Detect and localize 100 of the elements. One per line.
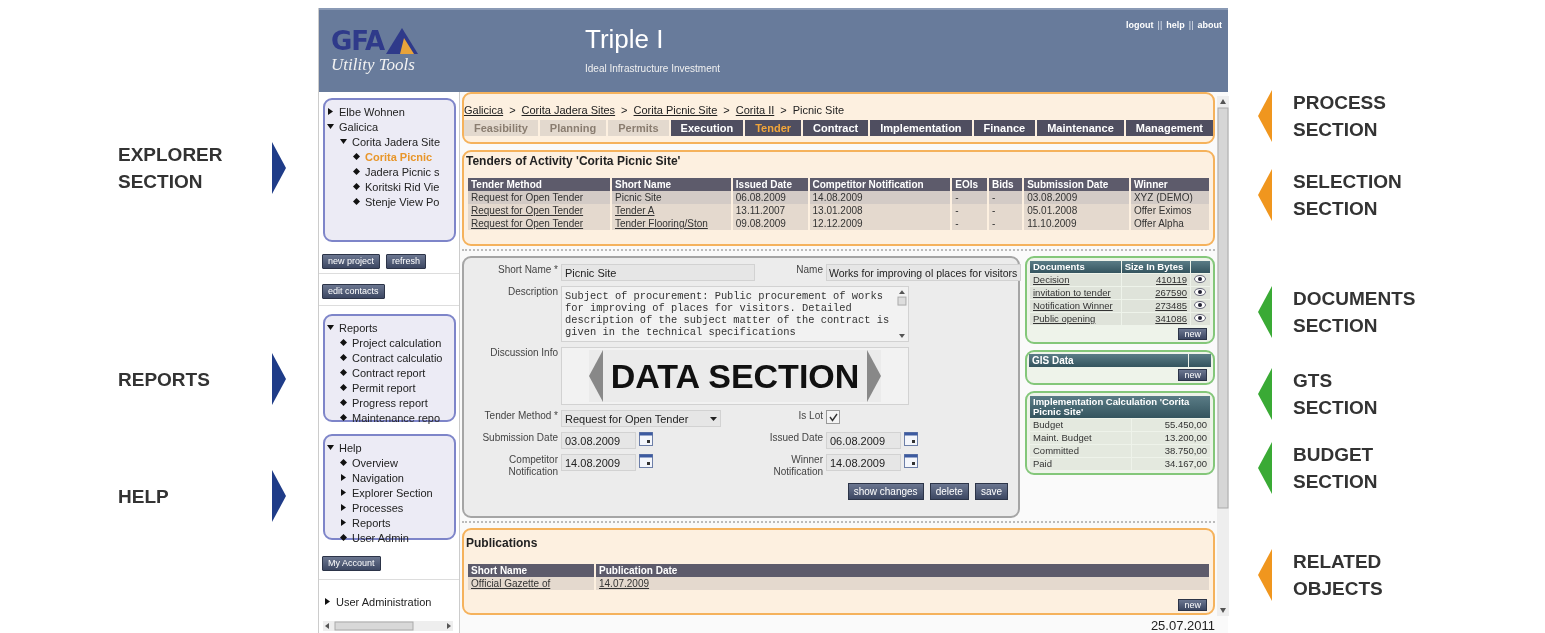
input-field[interactable]: Picnic Site bbox=[561, 264, 755, 281]
breadcrumb-link[interactable]: Corita Picnic Site bbox=[633, 104, 718, 116]
date-field[interactable]: 14.08.2009 bbox=[561, 454, 636, 471]
tree-item[interactable]: Elbe Wohnen bbox=[339, 105, 405, 118]
tree-item[interactable]: Corita Jadera Site bbox=[352, 135, 441, 148]
input-field[interactable]: DATA SECTION bbox=[561, 347, 909, 405]
calendar-icon[interactable] bbox=[639, 432, 653, 446]
logo-title: GFA bbox=[331, 28, 385, 54]
eye-icon[interactable] bbox=[1193, 301, 1206, 309]
table-cell: Offer Eximos bbox=[1130, 204, 1209, 217]
process-tab[interactable]: Execution bbox=[670, 120, 744, 136]
process-tab[interactable]: Tender bbox=[745, 120, 802, 136]
menu-item[interactable]: User Admin bbox=[352, 531, 409, 544]
table-cell[interactable]: Notification Winner bbox=[1030, 300, 1121, 312]
table-cell[interactable]: Decision bbox=[1030, 274, 1121, 286]
calendar-icon[interactable] bbox=[639, 454, 653, 468]
collapsed-icon[interactable] bbox=[340, 489, 347, 496]
table-cell: Committed bbox=[1030, 445, 1131, 457]
tree-item[interactable]: Koritski Rid Vie bbox=[365, 180, 440, 193]
section-title[interactable]: Help bbox=[339, 441, 362, 454]
collapsed-icon[interactable] bbox=[340, 519, 347, 526]
calendar-icon[interactable] bbox=[904, 432, 918, 446]
date-field[interactable]: 06.08.2009 bbox=[826, 432, 901, 449]
table-row[interactable]: Request for Open Tender Picnic Site 06.08.2009 14.08.2009 - - 03.08.2009 XYZ (DEMO) bbox=[468, 191, 1209, 204]
header-link[interactable]: logout bbox=[1126, 20, 1154, 30]
form-button[interactable]: save bbox=[974, 483, 1008, 500]
table-cell: 38.750,00 bbox=[1131, 445, 1210, 457]
tree-item[interactable]: User Administration bbox=[336, 595, 432, 608]
column-header: Bids bbox=[988, 178, 1023, 191]
header-link[interactable]: about bbox=[1197, 20, 1222, 30]
field-label: Issued Date bbox=[768, 432, 823, 444]
menu-item[interactable]: Processes bbox=[352, 501, 404, 514]
menu-item[interactable]: Overview bbox=[352, 456, 398, 469]
table-cell[interactable]: 14.07.2009 bbox=[596, 577, 1209, 590]
process-tab[interactable]: Implementation bbox=[870, 120, 972, 136]
table-row[interactable]: Request for Open Tender Tender Flooring/Ston 09.08.2009 12.12.2009 - - 11.10.2009 Offer Alpha bbox=[468, 217, 1209, 230]
checkbox[interactable] bbox=[826, 410, 840, 424]
expanded-icon[interactable] bbox=[327, 324, 334, 331]
expanded-icon[interactable] bbox=[340, 138, 347, 145]
expanded-icon[interactable] bbox=[327, 123, 334, 130]
eye-icon[interactable] bbox=[1193, 314, 1206, 322]
table-cell[interactable]: 341086 bbox=[1121, 313, 1190, 325]
tree-item[interactable]: Stenje View Po bbox=[365, 195, 440, 208]
tree-item[interactable]: Galicica bbox=[339, 120, 379, 133]
form-button[interactable]: show changes bbox=[847, 483, 924, 500]
dropdown[interactable]: Request for Open Tender bbox=[561, 410, 721, 427]
section-title[interactable]: Reports bbox=[339, 321, 378, 334]
table-cell[interactable]: 273485 bbox=[1121, 300, 1190, 312]
menu-item[interactable]: Progress report bbox=[352, 396, 428, 409]
breadcrumb-link[interactable]: Corita II bbox=[735, 104, 775, 116]
date-field[interactable]: 03.08.2009 bbox=[561, 432, 636, 449]
table-cell: Maint. Budget bbox=[1030, 432, 1131, 444]
collapsed-icon[interactable] bbox=[340, 474, 347, 481]
table-cell[interactable]: Public opening bbox=[1030, 313, 1121, 325]
expanded-icon[interactable] bbox=[327, 444, 334, 451]
table-cell[interactable]: invitation to tender bbox=[1030, 287, 1121, 299]
menu-item[interactable]: Reports bbox=[352, 516, 391, 529]
breadcrumb-link[interactable]: Galicica bbox=[464, 104, 504, 116]
description-field[interactable]: Subject of procurement: Public procurement of works for improving of places for visitors. Detailed description of the subject matter of the contract is given in the technical specifications bbox=[561, 286, 909, 342]
menu-item[interactable]: Maintenance repo bbox=[352, 411, 441, 424]
field-label: Is Lot bbox=[797, 410, 823, 422]
menu-item[interactable]: Navigation bbox=[352, 471, 404, 484]
process-tab[interactable]: Management bbox=[1125, 120, 1214, 136]
account-button[interactable]: My Account bbox=[322, 556, 381, 571]
tree-item[interactable]: Jadera Picnic s bbox=[365, 165, 440, 178]
sidebar-button[interactable]: new project bbox=[322, 254, 381, 269]
breadcrumb-link[interactable]: Corita Jadera Sites bbox=[521, 104, 616, 116]
table-cell[interactable]: 410119 bbox=[1121, 274, 1190, 286]
menu-item[interactable]: Contract calculatio bbox=[352, 351, 443, 364]
menu-item[interactable]: Permit report bbox=[352, 381, 416, 394]
process-tab[interactable]: Contract bbox=[803, 120, 869, 136]
sidebar-button[interactable]: refresh bbox=[386, 254, 427, 269]
table-cell: 13.01.2008 bbox=[809, 204, 951, 217]
collapsed-icon[interactable] bbox=[340, 504, 347, 511]
new-button[interactable]: new bbox=[1178, 369, 1207, 381]
menu-item[interactable]: Project calculation bbox=[352, 336, 442, 349]
scrollbar[interactable] bbox=[323, 621, 453, 631]
calendar-icon[interactable] bbox=[904, 454, 918, 468]
new-button[interactable]: new bbox=[1178, 599, 1207, 611]
table-cell: Tender Flooring/Ston bbox=[612, 217, 731, 230]
bullet-icon bbox=[353, 168, 360, 175]
table-cell[interactable]: Official Gazette of bbox=[468, 577, 594, 590]
header-link[interactable]: help bbox=[1166, 20, 1185, 30]
menu-item[interactable]: Explorer Section bbox=[352, 486, 433, 499]
form-button[interactable]: delete bbox=[929, 483, 969, 500]
menu-item[interactable]: Contract report bbox=[352, 366, 426, 379]
input-field[interactable]: Works for improving ol places for visitors bbox=[826, 264, 1021, 281]
process-tab[interactable]: Maintenance bbox=[1037, 120, 1124, 136]
collapsed-icon[interactable] bbox=[324, 598, 331, 605]
new-button[interactable]: new bbox=[1178, 328, 1207, 340]
collapsed-icon[interactable] bbox=[327, 108, 334, 115]
date-field[interactable]: 14.08.2009 bbox=[826, 454, 901, 471]
eye-icon[interactable] bbox=[1193, 288, 1206, 296]
edit-contacts-button[interactable]: edit contacts bbox=[322, 284, 385, 299]
table-cell: 34.167,00 bbox=[1131, 458, 1210, 470]
table-cell[interactable]: 267590 bbox=[1121, 287, 1190, 299]
process-tab[interactable]: Finance bbox=[973, 120, 1036, 136]
table-row[interactable]: Request for Open Tender Tender A 13.11.2007 13.01.2008 - - 05.01.2008 Offer Eximos bbox=[468, 204, 1209, 217]
eye-icon[interactable] bbox=[1193, 275, 1206, 283]
scrollbar[interactable] bbox=[1217, 96, 1229, 616]
